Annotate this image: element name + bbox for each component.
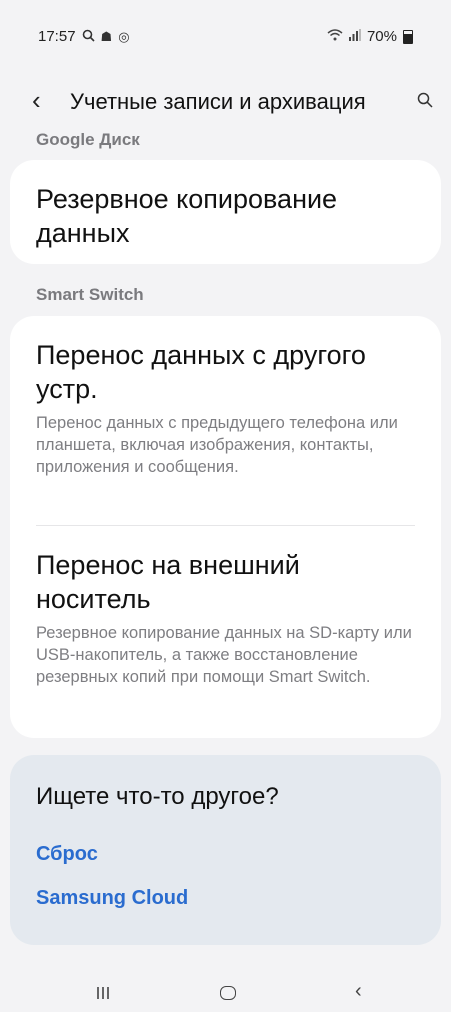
home-icon[interactable]: [220, 986, 236, 1000]
list-item-backup-data[interactable]: Резервное копирование данных: [10, 160, 441, 264]
status-left: 17:57 ☗ ◎: [38, 28, 130, 45]
notification-icon: ☗: [100, 28, 113, 44]
item-description: Резервное копирование данных на SD-карту…: [36, 624, 412, 686]
wifi-icon: [327, 29, 343, 44]
sync-icon: ◎: [118, 28, 130, 44]
battery-icon: [403, 29, 413, 44]
item-title-line-1: Перенос на внешний: [36, 550, 300, 580]
reset-link[interactable]: Сброс: [36, 843, 98, 866]
item-title-line-2: устр.: [36, 374, 98, 404]
status-time: 17:57: [38, 28, 76, 45]
battery-percent: 70%: [366, 28, 397, 45]
extra-title: Ищете что-то другое?: [36, 783, 279, 810]
samsung-cloud-link[interactable]: Samsung Cloud: [36, 887, 188, 910]
item-title-line-2: носитель: [36, 584, 151, 614]
looking-for-something-else-card: Ищете что-то другое? Сброс Samsung Cloud: [10, 755, 441, 945]
list-item-transfer-from-device[interactable]: Перенос данных с другого устр. Перенос д…: [10, 316, 441, 526]
item-title-line-1: Перенос данных с другого: [36, 340, 366, 370]
item-description: Перенос данных с предыдущего телефона ил…: [36, 414, 398, 476]
item-title-line-2: данных: [36, 218, 130, 248]
item-title-line-1: Резервное копирование: [36, 184, 338, 214]
back-nav-icon[interactable]: ‹: [355, 980, 362, 1003]
back-icon[interactable]: ‹: [32, 84, 41, 116]
smart-switch-card: Перенос данных с другого устр. Перенос д…: [10, 316, 441, 738]
section-label-google-drive: Google Диск: [36, 130, 140, 149]
app-header: ‹ Учетные записи и архивация: [0, 82, 451, 122]
status-bar: 17:57 ☗ ◎ 70%: [0, 0, 451, 64]
search-icon[interactable]: [417, 92, 433, 108]
section-label-smart-switch: Smart Switch: [36, 285, 144, 304]
status-right: 70%: [327, 28, 413, 45]
page-title: Учетные записи и архивация: [70, 89, 366, 114]
navigation-bar: ‹: [0, 980, 451, 1012]
list-item-transfer-external-storage[interactable]: Перенос на внешний носитель Резервное ко…: [10, 526, 441, 738]
recent-apps-icon[interactable]: [96, 986, 110, 1000]
search-icon: [82, 29, 95, 45]
signal-icon: [348, 29, 361, 44]
google-drive-card: Резервное копирование данных: [10, 160, 441, 264]
